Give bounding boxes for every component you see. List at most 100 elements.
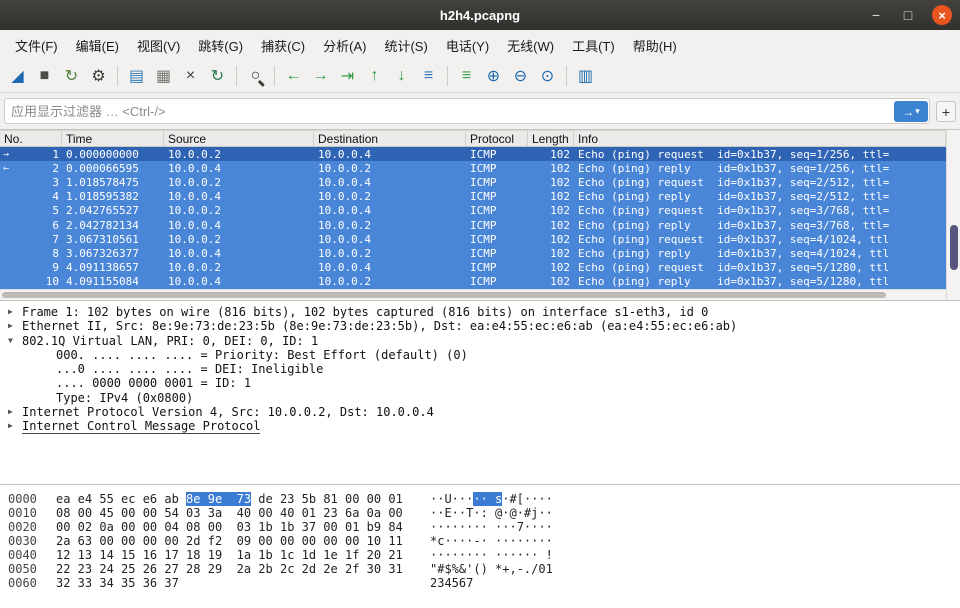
detail-line[interactable]: ▶ Frame 1: 102 bytes on wire (816 bits), …	[0, 305, 960, 319]
minimize-button[interactable]: −	[868, 7, 884, 23]
start-capture-button[interactable]: ◢	[4, 63, 31, 89]
detail-line[interactable]: ▼ 802.1Q Virtual LAN, PRI: 0, DEI: 0, ID:…	[0, 334, 960, 348]
go-last-icon: ↓	[397, 67, 406, 84]
hex-bytes-segment: 32 33 34 35 36 37	[56, 576, 179, 590]
packet-row[interactable]: 4 1.018595382 10.0.0.4 10.0.0.2 ICMP 102 Echo …	[0, 189, 946, 204]
packet-row[interactable]: 9 4.091138657 10.0.0.2 10.0.0.4 ICMP 102 Echo …	[0, 260, 946, 275]
vertical-scrollbar-handle[interactable]	[950, 225, 958, 270]
column-header-source[interactable]: Source	[164, 131, 314, 146]
cell-no: 7	[0, 233, 62, 246]
go-forward-button[interactable]: →	[307, 63, 334, 89]
column-header-length[interactable]: Length	[528, 131, 574, 146]
packet-row[interactable]: 10 4.091155084 10.0.0.4 10.0.0.2 ICMP 102 Echo…	[0, 274, 946, 289]
go-forward-icon: →	[312, 67, 329, 84]
detail-line[interactable]: ▶ Ethernet II, Src: 8e:9e:73:de:23:5b (8e…	[0, 319, 960, 333]
close-file-button[interactable]: ×	[177, 63, 204, 89]
colorize-icon: ≡	[461, 67, 472, 84]
stop-capture-button[interactable]: ■	[31, 63, 58, 89]
detail-line[interactable]: ▶ Internet Protocol Version 4, Src: 10.0.…	[0, 405, 960, 419]
hex-row[interactable]: 0020 00 02 0a 00 00 04 08 00 03 1b 1b 37 …	[0, 520, 960, 534]
titlebar[interactable]: h2h4.pcapng − □ ×	[0, 0, 960, 30]
menu-statistics[interactable]: 统计(S)	[375, 36, 436, 55]
menu-go[interactable]: 跳转(G)	[189, 36, 252, 55]
open-file-button[interactable]: ▤	[123, 63, 150, 89]
packet-row[interactable]: 3 1.018578475 10.0.0.2 10.0.0.4 ICMP 102 Echo …	[0, 175, 946, 190]
cell-protocol: ICMP	[470, 218, 497, 232]
column-header-protocol[interactable]: Protocol	[466, 131, 528, 146]
cell-source: 10.0.0.2	[168, 232, 221, 246]
zoom-original-button[interactable]: ⊙	[534, 63, 561, 89]
detail-line[interactable]: Type: IPv4 (0x0800)	[0, 391, 960, 405]
hex-row[interactable]: 0040 12 13 14 15 16 17 18 19 1a 1b 1c 1d …	[0, 548, 960, 562]
menu-tools[interactable]: 工具(T)	[563, 36, 624, 55]
cell-info: Echo (ping) reply id=0x1b37, seq=5/1280,…	[578, 275, 890, 289]
save-file-button[interactable]: ▦	[150, 63, 177, 89]
detail-line[interactable]: ...0 .... .... .... = DEI: Ineligible	[0, 362, 960, 376]
filter-add-label: +	[941, 103, 951, 120]
go-back-button[interactable]: ←	[280, 63, 307, 89]
restart-capture-button[interactable]: ↻	[58, 63, 85, 89]
detail-line[interactable]: 000. .... .... .... = Priority: Best Eff…	[0, 348, 960, 362]
menu-capture[interactable]: 捕获(C)	[252, 36, 314, 55]
detail-line[interactable]: ▶ Internet Control Message Protocol	[0, 419, 960, 435]
horizontal-scrollbar[interactable]	[0, 289, 946, 300]
packet-row[interactable]: 7 3.067310561 10.0.0.2 10.0.0.4 ICMP 102 Echo …	[0, 232, 946, 247]
menu-view[interactable]: 视图(V)	[128, 36, 189, 55]
go-last-button[interactable]: ↓	[388, 63, 415, 89]
packet-number: 7	[52, 232, 59, 246]
packet-row[interactable]: 6 2.042782134 10.0.0.4 10.0.0.2 ICMP 102 Echo …	[0, 217, 946, 233]
menu-help[interactable]: 帮助(H)	[624, 36, 686, 55]
hex-row[interactable]: 0030 2a 63 00 00 00 00 2d f2 09 00 00 00 …	[0, 534, 960, 548]
filter-add-button[interactable]: +	[936, 101, 956, 122]
maximize-button[interactable]: □	[900, 7, 916, 23]
expander-icon[interactable]: ▼	[8, 336, 13, 345]
auto-scroll-button[interactable]: ≡	[415, 63, 442, 89]
menubar: 文件(F) 编辑(E) 视图(V) 跳转(G) 捕获(C) 分析(A) 统计(S) 电话(Y)…	[0, 30, 960, 60]
menu-file[interactable]: 文件(F)	[6, 36, 67, 55]
close-button[interactable]: ×	[932, 5, 952, 25]
reload-file-button[interactable]: ↻	[204, 63, 231, 89]
hex-row[interactable]: 0060 32 33 34 35 36 37 234567	[0, 576, 960, 590]
vertical-scrollbar[interactable]	[946, 130, 960, 300]
cell-info: Echo (ping) request id=0x1b37, seq=4/102…	[578, 232, 890, 246]
zoom-in-button[interactable]: ⊕	[480, 63, 507, 89]
capture-options-button[interactable]: ⚙	[85, 63, 112, 89]
cell-source: 10.0.0.4	[168, 218, 221, 232]
column-header-no[interactable]: No.	[0, 131, 62, 146]
expander-icon[interactable]: ▶	[8, 421, 13, 430]
hex-ascii: ··E··T·: @·@·#j··	[430, 506, 553, 520]
menu-wireless[interactable]: 无线(W)	[498, 36, 563, 55]
go-to-packet-button[interactable]: ⇥	[334, 63, 361, 89]
detail-line[interactable]: .... 0000 0000 0001 = ID: 1	[0, 376, 960, 390]
column-header-destination[interactable]: Destination	[314, 131, 466, 146]
column-header-info[interactable]: Info	[574, 131, 946, 146]
zoom-out-button[interactable]: ⊖	[507, 63, 534, 89]
menu-analyze[interactable]: 分析(A)	[314, 36, 375, 55]
packet-row[interactable]: 5 2.042765527 10.0.0.2 10.0.0.4 ICMP 102 Echo …	[0, 203, 946, 218]
find-packet-button[interactable]: ○	[242, 63, 269, 89]
expander-icon[interactable]: ▶	[8, 307, 13, 316]
hex-offset: 0000	[8, 492, 37, 506]
hex-row[interactable]: 0050 22 23 24 25 26 27 28 29 2a 2b 2c 2d …	[0, 562, 960, 576]
go-first-button[interactable]: ↑	[361, 63, 388, 89]
hex-ascii: 234567	[430, 576, 473, 590]
colorize-button[interactable]: ≡	[453, 63, 480, 89]
zoom-original-icon: ⊙	[540, 68, 555, 85]
expander-icon[interactable]: ▶	[8, 321, 13, 330]
packet-number: 2	[52, 161, 59, 175]
menu-edit[interactable]: 编辑(E)	[67, 36, 128, 55]
filter-apply-button[interactable]: → ▾	[894, 101, 928, 122]
horizontal-scrollbar-handle[interactable]	[2, 292, 886, 298]
column-header-time[interactable]: Time	[62, 131, 164, 146]
menu-telephony[interactable]: 电话(Y)	[437, 36, 498, 55]
expander-icon[interactable]: ▶	[8, 407, 13, 416]
hex-row[interactable]: 0000 ea e4 55 ec e6 ab 8e 9e 73 de 23 5b …	[0, 492, 960, 506]
packet-row[interactable]: → 1 0.000000000 10.0.0.2 10.0.0.4 ICMP 102 Echo…	[0, 147, 946, 162]
cell-length: 102	[550, 218, 570, 232]
resize-columns-button[interactable]: ▥	[572, 63, 599, 89]
packet-row[interactable]: 8 3.067326377 10.0.0.4 10.0.0.2 ICMP 102 Echo …	[0, 246, 946, 261]
hex-row[interactable]: 0010 08 00 45 00 00 54 03 3a 40 00 40 01 …	[0, 506, 960, 520]
packet-row[interactable]: ← 2 0.000066595 10.0.0.4 10.0.0.2 ICMP 102 Echo…	[0, 161, 946, 176]
packet-number: 1	[52, 147, 59, 161]
display-filter-input[interactable]	[4, 98, 930, 124]
